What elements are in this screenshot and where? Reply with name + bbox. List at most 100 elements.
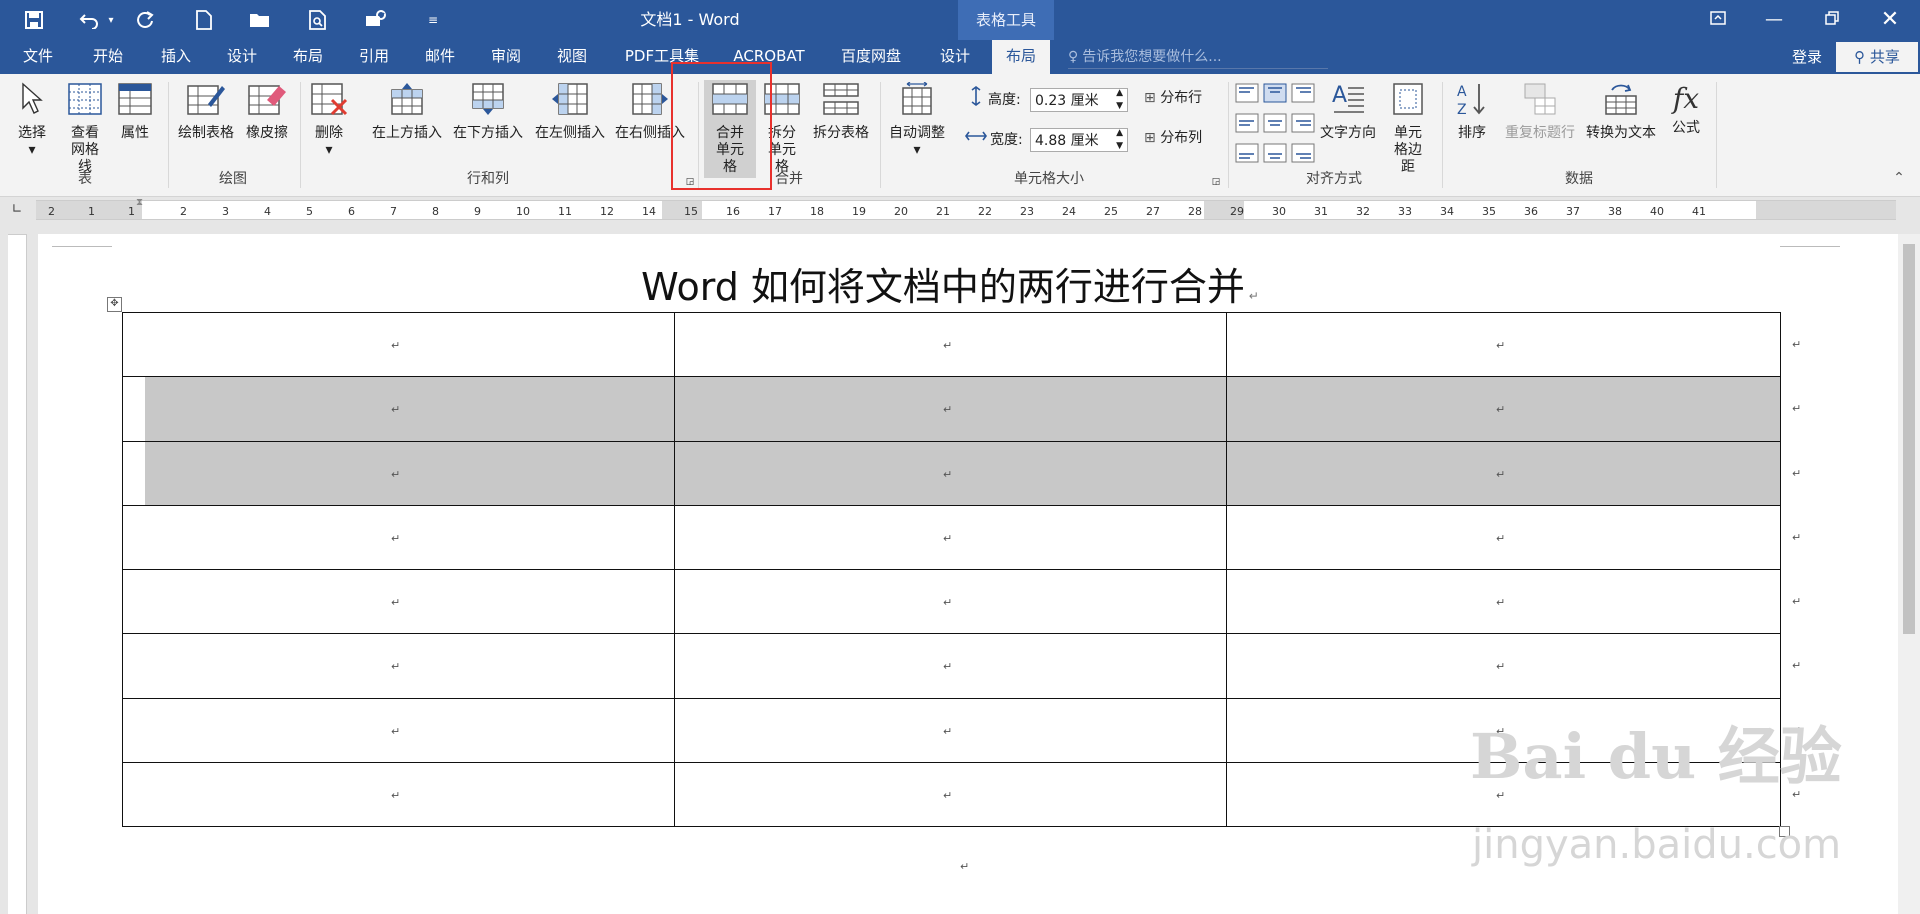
table-cell[interactable]: ↵ [1226, 505, 1781, 570]
text-direction-label: 文字方向 [1320, 125, 1376, 141]
draw-table-button[interactable]: 绘制表格 [174, 82, 238, 142]
text-direction-icon: A [1332, 83, 1364, 113]
distribute-columns-label: 分布列 [1160, 130, 1203, 146]
formula-button[interactable]: fx 公式 [1664, 82, 1708, 137]
cell-end-mark: ↵ [943, 403, 953, 416]
tab-references[interactable]: 引用 [346, 40, 402, 74]
scrollbar-thumb[interactable] [1903, 244, 1915, 634]
tab-baidu-netdisk[interactable]: 百度网盘 [830, 40, 912, 74]
delete-button[interactable]: 删除 ▾ [306, 82, 352, 159]
tab-view[interactable]: 视图 [544, 40, 600, 74]
spinner-arrows-icon[interactable]: ▲ ▼ [1116, 127, 1123, 153]
ruler-number: 10 [516, 205, 530, 218]
alignment-grid [1234, 82, 1316, 172]
cell-end-mark: ↵ [391, 660, 401, 673]
tab-home[interactable]: 开始 [80, 40, 136, 74]
select-button[interactable]: 选择 ▾ [10, 82, 54, 159]
group-rows-columns-label: 行和列 [467, 171, 509, 187]
ruler-strip: 2 1 1 2 3 4 5 6 7 8 9 10 11 12 14 15 16 17 18 19 20 21 22 23 24 2… [36, 200, 1896, 220]
table-cell[interactable]: ↵ [674, 505, 1227, 570]
group-separator [880, 82, 881, 188]
row-height-input[interactable]: 0.23 厘米 ▲ ▼ [1030, 88, 1128, 112]
eraser-button[interactable]: 橡皮擦 [242, 82, 292, 142]
insert-above-icon [391, 83, 423, 115]
ruler-number: 16 [726, 205, 740, 218]
autofit-button[interactable]: 自动调整 ▾ [884, 81, 950, 159]
minimize-icon[interactable]: — [1746, 0, 1802, 40]
tab-layout[interactable]: 布局 [280, 40, 336, 74]
insert-below-button[interactable]: 在下方插入 [448, 82, 528, 142]
table-cell[interactable]: ↵ [674, 633, 1227, 699]
indent-marker-icon[interactable]: ⧗ [136, 197, 143, 208]
distribute-rows-button[interactable]: ⊞ 分布行 [1144, 90, 1220, 107]
table-cell[interactable]: ↵ [122, 569, 675, 634]
distribute-rows-icon: ⊞ [1144, 90, 1156, 106]
table-cell[interactable]: ↵ [674, 312, 1227, 377]
table-properties-icon [118, 83, 152, 115]
cell-end-mark: ↵ [943, 339, 953, 352]
distribute-columns-button[interactable]: ⊞ 分布列 [1144, 130, 1220, 147]
table-cell[interactable]: ↵ [1226, 569, 1781, 634]
convert-to-text-label: 转换为文本 [1586, 125, 1656, 141]
tab-design[interactable]: 设计 [214, 40, 270, 74]
document-heading[interactable]: Word 如何将文档中的两行进行合并 ↵ [600, 256, 1300, 311]
tab-table-design[interactable]: 设计 [928, 40, 982, 74]
table-cell[interactable]: ↵ [674, 376, 1227, 442]
table-cell[interactable]: ↵ [1226, 441, 1781, 506]
tab-review[interactable]: 审阅 [478, 40, 534, 74]
cell-end-mark: ↵ [391, 403, 401, 416]
tab-selector-icon[interactable]: ∟ [8, 201, 26, 219]
table-cell[interactable]: ↵ [122, 376, 675, 442]
repeat-header-rows-button[interactable]: 重复标题行 [1500, 82, 1580, 142]
ruler-number: 34 [1440, 205, 1454, 218]
split-table-button[interactable]: 拆分表格 [808, 82, 874, 142]
insert-left-button[interactable]: 在左侧插入 [530, 82, 610, 142]
svg-text:A: A [1332, 83, 1347, 108]
height-label: 高度: [988, 92, 1021, 108]
sort-button[interactable]: AZ 排序 [1448, 82, 1496, 142]
share-button[interactable]: ⚲ 共享 [1836, 42, 1918, 72]
table-move-handle-icon[interactable]: ✥ [107, 297, 122, 312]
ruler-number: 38 [1608, 205, 1622, 218]
cell-margins-button[interactable]: 单元格边距 [1380, 82, 1436, 176]
view-gridlines-button[interactable]: 查看网格线 [60, 82, 110, 176]
table-cell[interactable]: ↵ [1226, 312, 1781, 377]
convert-to-text-button[interactable]: 转换为文本 [1580, 82, 1662, 142]
table-cell[interactable]: ↵ [122, 698, 675, 763]
column-width-input[interactable]: 4.88 厘米 ▲ ▼ [1030, 128, 1128, 152]
close-icon[interactable]: ✕ [1862, 0, 1918, 40]
table-properties-button[interactable]: 属性 [112, 82, 158, 142]
text-direction-button[interactable]: A 文字方向 [1316, 82, 1380, 142]
table-cell[interactable]: ↵ [122, 441, 675, 506]
ruler-number: 41 [1692, 205, 1706, 218]
table-cell[interactable]: ↵ [674, 441, 1227, 506]
table-cell[interactable]: ↵ [1226, 633, 1781, 699]
collapse-ribbon-icon[interactable]: ⌃ [1890, 170, 1908, 187]
tab-insert[interactable]: 插入 [148, 40, 204, 74]
sign-in-link[interactable]: 登录 [1792, 40, 1822, 74]
dialog-launcher-icon[interactable]: ◲ [1210, 174, 1222, 191]
spinner-arrows-icon[interactable]: ▲ ▼ [1116, 87, 1123, 113]
horizontal-ruler: ∟ 2 1 1 2 3 4 5 6 7 8 9 10 11 12 14 15 16 17 18 19 20 21 22 23 2… [0, 197, 1920, 223]
table-cell[interactable]: ↵ [122, 312, 675, 377]
table-cell[interactable]: ↵ [674, 698, 1227, 763]
tell-me-search[interactable]: ♀ 告诉我您想要做什么... [1068, 46, 1328, 69]
vertical-scrollbar[interactable] [1898, 234, 1920, 914]
tab-file[interactable]: 文件 [10, 40, 66, 74]
table-cell[interactable]: ↵ [122, 633, 675, 699]
ruler-number: 18 [810, 205, 824, 218]
column-width-value: 4.88 厘米 [1035, 133, 1099, 149]
table-cell[interactable]: ↵ [674, 569, 1227, 634]
restore-icon[interactable] [1804, 0, 1860, 40]
tab-mailings[interactable]: 邮件 [412, 40, 468, 74]
ribbon-display-options-icon[interactable] [1690, 0, 1746, 40]
table-cell[interactable]: ↵ [122, 505, 675, 570]
table-cell[interactable]: ↵ [1226, 376, 1781, 442]
tab-table-layout[interactable]: 布局 [992, 40, 1050, 74]
group-alignment-label: 对齐方式 [1306, 171, 1362, 187]
insert-above-button[interactable]: 在上方插入 [366, 82, 448, 142]
cell-end-mark: ↵ [1496, 532, 1506, 545]
table-cell[interactable]: ↵ [674, 762, 1227, 827]
ruler-margin-right [1756, 201, 1896, 219]
table-cell[interactable]: ↵ [122, 762, 675, 827]
